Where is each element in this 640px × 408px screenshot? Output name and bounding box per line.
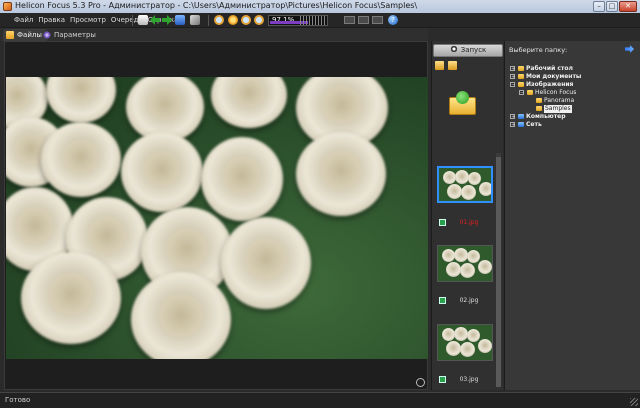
status-text: Готово <box>5 396 31 404</box>
toolbar-separator <box>208 15 209 26</box>
add-files-icon[interactable] <box>435 61 444 70</box>
image-viewer[interactable] <box>4 41 428 390</box>
folder-icon <box>536 106 542 111</box>
folder-icon <box>518 74 524 79</box>
tab-parameters[interactable]: Параметры <box>40 29 101 41</box>
thumbnail-label: 03.jpg <box>459 376 479 383</box>
preview-image[interactable] <box>6 77 428 359</box>
checkbox-03[interactable] <box>439 376 446 383</box>
tree-item-label: Мои документы <box>526 73 582 80</box>
zoom-slider[interactable] <box>300 16 327 25</box>
title-bar: Helicon Focus 5.3 Pro - Администратор - … <box>0 0 640 13</box>
collapse-icon[interactable]: − <box>519 90 524 96</box>
toolbar: Файл Правка Просмотр Очередь Справка 97.… <box>0 13 640 28</box>
add-folder-icon[interactable] <box>449 91 476 115</box>
tree-item-label: Изображения <box>526 81 574 88</box>
close-button[interactable]: ✕ <box>619 1 637 12</box>
tree-item-label: Helicon Focus <box>535 89 577 96</box>
folder-icon <box>6 31 14 39</box>
crop-icon[interactable] <box>190 15 200 25</box>
egg <box>221 217 311 309</box>
window-controls: – □ ✕ <box>593 1 637 12</box>
checkbox-01[interactable] <box>439 219 446 226</box>
thumbnail-02[interactable] <box>437 245 493 282</box>
folder-tree: + Рабочий стол + Мои документы − Изображ… <box>508 65 638 129</box>
export-icon[interactable] <box>175 15 185 25</box>
maximize-button[interactable]: □ <box>606 1 618 12</box>
egg <box>121 132 203 212</box>
layout-quad-button[interactable] <box>372 16 383 24</box>
tree-item-documents[interactable]: + Мои документы <box>508 73 638 81</box>
minimize-button[interactable]: – <box>593 1 605 12</box>
expand-icon[interactable]: + <box>510 74 515 80</box>
network-icon <box>518 122 524 127</box>
thumbnail-panel: Запуск 01.jpg 02.jpg 03.jpg <box>431 41 503 390</box>
thumbnail-01[interactable] <box>437 166 493 203</box>
tree-header: Выберите папку: <box>509 46 568 54</box>
zoom-in-icon[interactable] <box>214 15 224 25</box>
folder-icon <box>527 90 533 95</box>
collapse-icon[interactable]: − <box>510 82 515 88</box>
folder-icon <box>518 66 524 71</box>
tree-item-computer[interactable]: + Компьютер <box>508 113 638 121</box>
egg <box>131 272 231 359</box>
magnifier-icon[interactable] <box>416 378 425 387</box>
gear-icon <box>43 31 51 39</box>
thumbnail-label: 01.jpg <box>459 219 479 226</box>
pan-icon[interactable] <box>228 15 238 25</box>
save-icon[interactable] <box>138 15 148 25</box>
checkbox-02[interactable] <box>439 297 446 304</box>
open-folder-icon[interactable] <box>448 61 457 70</box>
tree-item-samples[interactable]: Samples <box>508 105 638 113</box>
layout-split-button[interactable] <box>358 16 369 24</box>
menu-file[interactable]: Файл <box>14 16 33 24</box>
window-title: Helicon Focus 5.3 Pro - Администратор - … <box>15 1 418 10</box>
tree-item-label: Сеть <box>526 121 542 128</box>
app-icon <box>3 2 12 11</box>
tab-files-label: Файлы <box>17 31 42 39</box>
expand-icon[interactable]: + <box>510 66 515 72</box>
egg <box>41 122 121 197</box>
egg <box>21 252 121 344</box>
folder-icon <box>536 98 542 103</box>
resize-grip[interactable] <box>630 398 638 406</box>
menu-view[interactable]: Просмотр <box>70 16 106 24</box>
toolbar-separator <box>132 15 133 26</box>
gear-icon <box>449 45 458 53</box>
tree-item-label: Компьютер <box>526 113 566 120</box>
folder-icon <box>518 82 524 87</box>
zoom-out-icon[interactable] <box>241 15 251 25</box>
tree-item-label: Panorama <box>544 97 575 104</box>
tree-item-label: Рабочий стол <box>526 65 573 72</box>
tab-parameters-label: Параметры <box>54 31 96 39</box>
help-icon[interactable]: ? <box>388 15 398 25</box>
go-arrow-icon[interactable] <box>625 45 634 53</box>
fit-icon[interactable] <box>254 15 264 25</box>
egg <box>201 137 283 221</box>
computer-icon <box>518 114 524 119</box>
folder-tree-panel: Выберите папку: + Рабочий стол + Мои док… <box>504 41 640 390</box>
thumbnail-label: 02.jpg <box>459 297 479 304</box>
tree-item-label: Samples <box>544 105 572 113</box>
tree-item-helicon-focus[interactable]: − Helicon Focus <box>508 89 638 97</box>
tree-item-pictures[interactable]: − Изображения <box>508 81 638 89</box>
run-button[interactable]: Запуск <box>433 44 503 57</box>
tree-item-desktop[interactable]: + Рабочий стол <box>508 65 638 73</box>
tab-bar: Файлы Параметры <box>0 28 428 41</box>
thumbnail-scrollbar[interactable] <box>496 153 501 387</box>
scrollbar-thumb[interactable] <box>496 157 501 387</box>
layout-single-button[interactable] <box>344 16 355 24</box>
menu-edit[interactable]: Правка <box>38 16 65 24</box>
egg <box>296 132 386 216</box>
status-bar: Готово <box>0 392 640 408</box>
tree-item-panorama[interactable]: Panorama <box>508 97 638 105</box>
egg <box>211 77 287 128</box>
expand-icon[interactable]: + <box>510 114 515 120</box>
egg <box>46 77 116 123</box>
tree-item-network[interactable]: + Сеть <box>508 121 638 129</box>
expand-icon[interactable]: + <box>510 122 515 128</box>
run-button-label: Запуск <box>460 46 487 54</box>
thumbnail-03[interactable] <box>437 324 493 361</box>
